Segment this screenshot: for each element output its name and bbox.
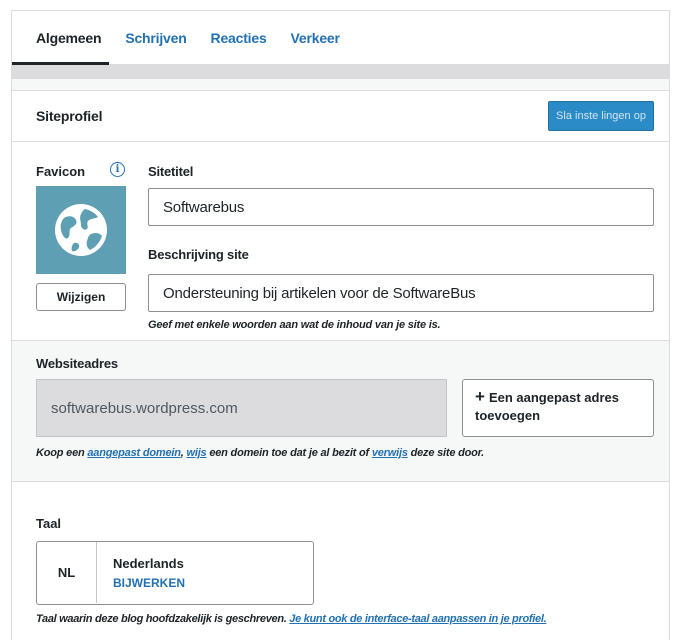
plus-icon: +	[475, 387, 485, 406]
card-title: Siteprofiel	[36, 108, 103, 124]
site-description-hint: Geef met enkele woorden aan wat de inhou…	[148, 319, 441, 331]
favicon-label: Favicon	[36, 164, 86, 179]
globe-icon	[55, 204, 107, 256]
settings-panel: Algemeen Schrijven Reacties Verkeer Site…	[11, 10, 670, 640]
custom-domain-link[interactable]: aangepast domein	[87, 447, 181, 459]
website-address-input[interactable]: softwarebus.wordpress.com	[36, 379, 447, 437]
language-section: Taal NL Nederlands BIJWERKEN Taal waarin…	[12, 482, 669, 640]
tab-algemeen[interactable]: Algemeen	[11, 11, 113, 65]
save-settings-button[interactable]: Sla inste lingen op	[548, 101, 654, 131]
tab-reacties[interactable]: Reacties	[199, 11, 279, 64]
map-domain-link[interactable]: wijs	[186, 447, 206, 459]
site-description-input[interactable]: Ondersteuning bij artikelen voor de Soft…	[148, 274, 654, 312]
website-address-section: Websiteadres softwarebus.wordpress.com +…	[12, 341, 669, 482]
site-description-label: Beschrijving site	[148, 247, 249, 262]
site-title-label: Sitetitel	[148, 164, 194, 179]
add-custom-address-label: Een aangepast adres toevoegen	[475, 390, 619, 423]
card-header: Siteprofiel Sla inste lingen op	[12, 90, 669, 142]
tab-schrijven[interactable]: Schrijven	[113, 11, 198, 64]
info-icon[interactable]: i	[110, 162, 125, 177]
favicon-preview[interactable]	[36, 186, 126, 274]
settings-tabs: Algemeen Schrijven Reacties Verkeer	[11, 11, 669, 65]
section-divider	[12, 65, 669, 79]
address-hint: Koop een aangepast domein, wijs een dome…	[36, 447, 484, 459]
language-code: NL	[37, 542, 97, 603]
website-address-label: Websiteadres	[36, 356, 118, 371]
language-hint: Taal waarin deze blog hoofdzakelijk is g…	[36, 613, 547, 625]
language-update-link[interactable]: BIJWERKEN	[113, 576, 185, 590]
language-hint-text: Taal waarin deze blog hoofdzakelijk is g…	[36, 613, 290, 625]
address-hint-text: een domein toe dat je al bezit of	[206, 447, 372, 459]
language-name: Nederlands	[113, 556, 184, 571]
site-title-input[interactable]: Softwarebus	[148, 188, 654, 226]
change-favicon-button[interactable]: Wijzigen	[36, 283, 126, 311]
tab-verkeer[interactable]: Verkeer	[279, 11, 352, 64]
interface-language-link[interactable]: Je kunt ook de interface-taal aanpassen …	[289, 613, 546, 625]
add-custom-address-button[interactable]: + Een aangepast adres toevoegen	[462, 379, 654, 437]
address-hint-text: Koop een	[36, 447, 88, 459]
address-hint-text: deze site door.	[407, 447, 485, 459]
language-selector[interactable]: NL Nederlands BIJWERKEN	[36, 541, 314, 605]
site-profile-section: Favicon i Wijzigen Sitetitel Softwarebus…	[12, 142, 669, 341]
redirect-link[interactable]: verwijs	[372, 447, 408, 459]
language-label: Taal	[36, 516, 62, 531]
